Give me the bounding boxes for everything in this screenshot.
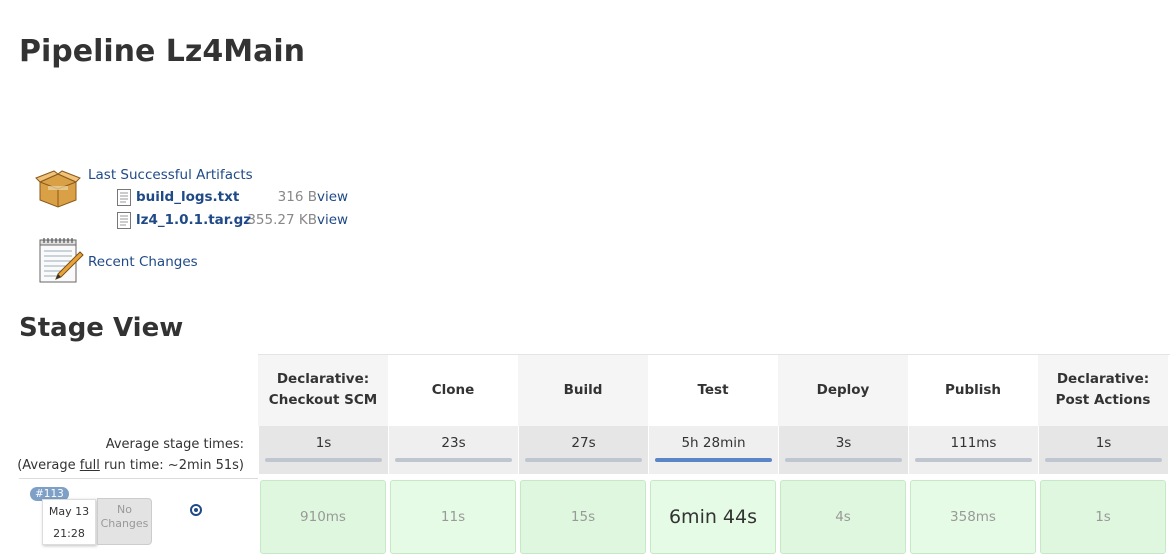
- avg-duration-bar: [915, 458, 1032, 462]
- notepad-icon: [39, 238, 84, 283]
- text-file-icon: [117, 212, 131, 229]
- avg-duration-bar: [525, 458, 642, 462]
- artifact-file-link[interactable]: lz4_1.0.1.tar.gz: [136, 212, 251, 228]
- build-run-row: 910ms 11s 15s 6min 44s 4s 358ms 1s: [258, 478, 1170, 554]
- full-run-time-link[interactable]: full: [80, 458, 100, 473]
- stage-run-cell[interactable]: 910ms: [258, 478, 388, 554]
- stage-run-cell[interactable]: 4s: [778, 478, 908, 554]
- artifact-file-size: 355.27 KB: [247, 212, 317, 228]
- stage-header-test: Test: [648, 354, 778, 426]
- artifact-row: build_logs.txt 316 B view: [117, 188, 377, 208]
- artifact-view-link[interactable]: view: [317, 212, 348, 228]
- no-changes-box: No Changes: [97, 498, 152, 545]
- build-time: 21:28: [53, 527, 85, 540]
- stage-headers: Declarative: Checkout SCM Clone Build Te…: [258, 354, 1170, 426]
- avg-cell: 111ms: [908, 426, 1038, 474]
- build-date-box: May 13 21:28: [42, 499, 96, 545]
- average-stage-times-label: Average stage times: (Average full run t…: [0, 434, 244, 476]
- avg-cell: 5h 28min: [648, 426, 778, 474]
- stage-run-cell[interactable]: 358ms: [908, 478, 1038, 554]
- stage-header-deploy: Deploy: [778, 354, 908, 426]
- avg-duration-bar: [265, 458, 382, 462]
- stage-header-build: Build: [518, 354, 648, 426]
- last-successful-artifacts-link[interactable]: Last Successful Artifacts: [88, 167, 253, 183]
- avg-cell: 1s: [258, 426, 388, 474]
- package-box-icon: [35, 170, 81, 208]
- avg-cell: 27s: [518, 426, 648, 474]
- avg-cell: 1s: [1038, 426, 1168, 474]
- avg-duration-bar: [655, 458, 772, 462]
- artifact-file-size: 316 B: [277, 189, 317, 205]
- average-run-time-text: (Average full run time: ~2min 51s): [17, 458, 244, 473]
- stage-header-checkout-scm: Declarative: Checkout SCM: [258, 354, 388, 426]
- recent-changes-link[interactable]: Recent Changes: [88, 254, 198, 270]
- stage-run-cell[interactable]: 1s: [1038, 478, 1168, 554]
- text-file-icon: [117, 189, 131, 206]
- artifact-row: lz4_1.0.1.tar.gz 355.27 KB view: [117, 211, 377, 231]
- build-status-icon[interactable]: [190, 504, 202, 516]
- stage-view-title: Stage View: [19, 313, 184, 343]
- average-times-row: 1s 23s 27s 5h 28min 3s 111ms 1s: [258, 426, 1170, 474]
- average-stage-times-text: Average stage times:: [105, 437, 244, 452]
- stage-run-cell[interactable]: 6min 44s: [648, 478, 778, 554]
- artifact-file-link[interactable]: build_logs.txt: [136, 189, 239, 205]
- avg-duration-bar: [785, 458, 902, 462]
- avg-cell: 23s: [388, 426, 518, 474]
- avg-duration-bar: [1045, 458, 1162, 462]
- avg-cell: 3s: [778, 426, 908, 474]
- stage-run-cell[interactable]: 11s: [388, 478, 518, 554]
- avg-duration-bar: [395, 458, 512, 462]
- build-date: May 13: [48, 505, 90, 518]
- stage-run-cell[interactable]: 15s: [518, 478, 648, 554]
- artifact-view-link[interactable]: view: [317, 189, 348, 205]
- stage-header-post-actions: Declarative: Post Actions: [1038, 354, 1168, 426]
- page-title: Pipeline Lz4Main: [19, 34, 305, 69]
- stage-header-clone: Clone: [388, 354, 518, 426]
- stage-header-publish: Publish: [908, 354, 1038, 426]
